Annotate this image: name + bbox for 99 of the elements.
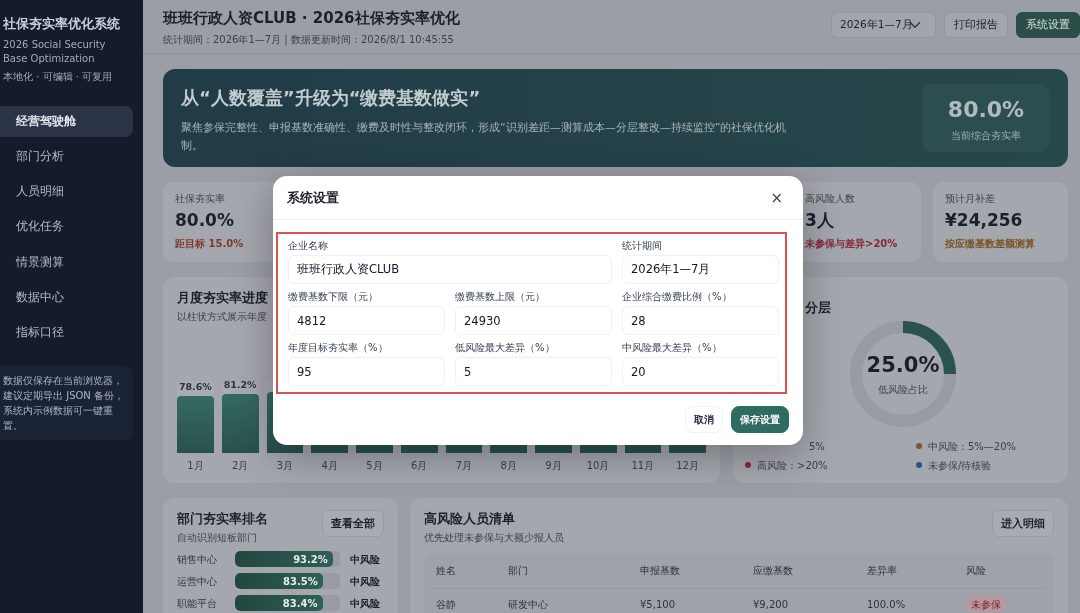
legend-label: 高风险：>20% [757, 458, 828, 473]
field-label: 低风险最大差异（%） [455, 341, 556, 355]
field-label: 统计期间 [622, 239, 663, 253]
field-label: 缴费基数上限（元） [455, 290, 546, 304]
page-title: 班班行政人资CLUB · 2026社保夯实率优化 [163, 8, 460, 29]
input-field[interactable]: 4812 [288, 306, 445, 335]
month-label: 5月 [366, 458, 383, 473]
bar-value: 78.6% [177, 379, 213, 394]
field-label: 缴费基数下限（元） [288, 290, 379, 304]
donut-label: 低风险占比 [878, 382, 928, 397]
donut-value: 25.0% [866, 352, 940, 380]
card-title: 部门夯实率排名 [177, 509, 268, 528]
app-subtitle: 2026 Social Security Base Optimization [3, 37, 107, 66]
header-button[interactable]: 系统设置 [1016, 12, 1080, 38]
month-label: 11月 [631, 458, 655, 473]
field-label: 中风险最大差异（%） [622, 341, 723, 355]
page-meta: 统计期间：2026年1—7月 | 数据更新时间：2026/8/1 10:45:55 [163, 32, 455, 47]
storage-note: 数据仅保存在当前浏览器，建议定期导出 JSON 备份，系统内示例数据可一键重置。 [0, 366, 133, 441]
kpi-value: 3人 [805, 208, 834, 232]
dept-name: 职能平台 [177, 596, 218, 611]
table-cell-text: 研发中心 [507, 597, 549, 612]
dept-name: 运营中心 [177, 574, 218, 589]
dialog-button[interactable]: 保存设置 [731, 406, 789, 433]
column-header: 应缴基数 [752, 564, 794, 579]
card-subtitle: 优先处理未参保与大额少报人员 [424, 531, 564, 546]
month-label: 3月 [276, 458, 294, 473]
kpi-label: 社保夯实率 [175, 191, 225, 206]
nav-item[interactable]: 经营驾驶舱 [0, 105, 133, 137]
table-cell-text: ¥9,200 [752, 597, 789, 612]
progress-fill: 83.4% [235, 595, 323, 612]
legend-label: 5% [809, 439, 825, 454]
dialog-button[interactable]: 取消 [685, 406, 723, 433]
card-title: 高风险人员清单 [424, 509, 515, 528]
dialog-title: 系统设置 [287, 189, 339, 208]
nav-item[interactable]: 优化任务 [0, 211, 133, 243]
hero-title: 从“人数覆盖”升级为“缴费基数做实” [181, 85, 482, 110]
input-field[interactable]: 24930 [455, 306, 612, 335]
column-header: 姓名 [435, 564, 457, 579]
legend-label: 中风险：5%—20% [928, 439, 1017, 454]
progress-fill: 93.2% [235, 551, 333, 568]
month-label: 6月 [410, 458, 428, 473]
period-select[interactable]: 2026年1—7月 [831, 12, 936, 38]
risk-level: 中风险 [350, 552, 380, 567]
column-header: 风险 [965, 564, 987, 579]
metric-value: 80.0% [947, 95, 1025, 124]
kpi-value: ¥24,256 [945, 208, 1023, 232]
card-title: 分层 [805, 298, 831, 317]
input-field[interactable]: 班班行政人资CLUB [288, 255, 612, 284]
risk-level: 中风险 [350, 574, 380, 589]
kpi-label: 预计月补差 [945, 191, 995, 206]
nav-item[interactable]: 指标口径 [0, 317, 133, 349]
hero-text: 聚焦参保完整性、申报基数准确性、缴费及时性与整改闭环，形成“识别差距—测算成本—分层整改—持续监控”的社保优化机制。 [181, 119, 788, 155]
bar-value: 81.2% [222, 377, 258, 392]
card-subtitle: 自动识别短板部门 [177, 531, 257, 546]
field-label: 年度目标夯实率（%） [288, 341, 389, 355]
column-header: 申报基数 [639, 564, 681, 579]
kpi-note: 未参保与差异>20% [805, 237, 898, 251]
column-header: 部门 [507, 564, 529, 579]
kpi-note: 按应缴基数差额测算 [945, 237, 1035, 251]
metric-label: 当前综合夯实率 [951, 128, 1021, 143]
input-field[interactable]: 95 [288, 357, 445, 386]
app-title: 社保夯实率优化系统 [3, 15, 121, 33]
input-field[interactable]: 28 [622, 306, 779, 335]
month-label: 9月 [545, 458, 562, 473]
field-label: 企业综合缴费比例（%） [622, 290, 733, 304]
risk-level: 中风险 [350, 596, 380, 611]
kpi-label: 高风险人数 [805, 191, 855, 206]
table-cell-text: 谷静 [435, 597, 457, 612]
month-label: 4月 [321, 458, 338, 473]
legend-label: 未参保/待核验 [928, 458, 992, 473]
close-button[interactable]: × [764, 191, 789, 206]
card-title: 月度夯实率进度 [177, 288, 268, 307]
month-label: 1月 [187, 458, 204, 473]
app-tagline: 本地化 · 可编辑 · 可复用 [3, 69, 114, 84]
month-label: 2月 [231, 458, 249, 473]
field-label: 企业名称 [288, 239, 329, 253]
nav-item[interactable]: 部门分析 [0, 140, 133, 172]
kpi-note: 距目标 15.0% [175, 237, 244, 251]
details-button[interactable]: 进入明细 [992, 509, 1054, 538]
nav-item[interactable]: 数据中心 [0, 281, 133, 313]
month-label: 10月 [586, 458, 610, 473]
month-label: 8月 [500, 458, 517, 473]
input-field[interactable]: 5 [455, 357, 612, 386]
input-field[interactable]: 2026年1—7月 [622, 255, 779, 284]
dept-name: 销售中心 [177, 552, 218, 567]
view-all-button[interactable]: 查看全部 [322, 509, 384, 538]
table-cell-text: ¥5,100 [639, 597, 676, 612]
nav-item[interactable]: 情景测算 [0, 246, 133, 278]
nav-item[interactable]: 人员明细 [0, 176, 133, 208]
risk-tag: 未参保 [966, 596, 1006, 612]
header-button[interactable]: 打印报告 [944, 12, 1008, 38]
month-label: 12月 [676, 458, 699, 473]
input-field[interactable]: 20 [622, 357, 779, 386]
month-label: 7月 [455, 458, 473, 473]
column-header: 差异率 [866, 564, 898, 579]
progress-fill: 83.5% [235, 573, 323, 590]
table-cell-text: 100.0% [866, 597, 907, 612]
kpi-value: 80.0% [175, 208, 234, 232]
card-subtitle: 以柱状方式展示年度 [177, 310, 267, 325]
